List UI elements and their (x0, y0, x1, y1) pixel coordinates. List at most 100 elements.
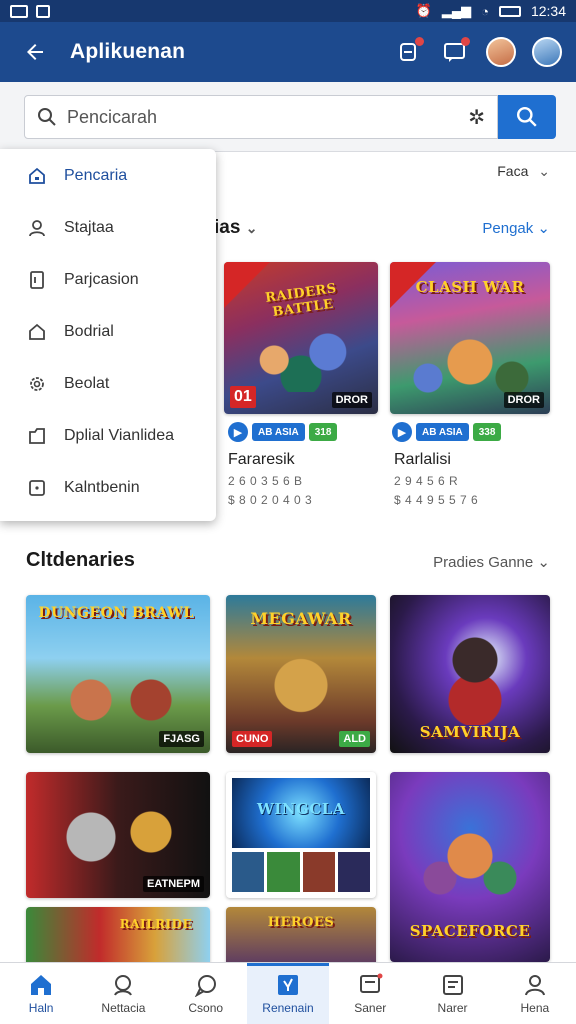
chevron-down-icon: ⌄ (537, 220, 550, 237)
messages-dot (461, 37, 470, 46)
play-icon: ▶ (228, 422, 248, 442)
game-tile-5[interactable]: WINGCLA (226, 772, 376, 898)
app-notification-icon (36, 4, 50, 18)
search-icon (516, 106, 537, 127)
search-icon (114, 974, 133, 996)
house-icon (26, 321, 48, 343)
game-name-1: Fararesik (228, 451, 295, 468)
game-logo: SAMVIRIJA (419, 723, 521, 741)
game-card-2[interactable]: CLASH WAR DROR (390, 262, 550, 414)
gear-icon (26, 373, 48, 395)
game-badges-1: ▶ AB ASIA 318 (228, 422, 338, 442)
game-tile-2[interactable]: MEGAWAR CUNO ALD (226, 595, 376, 753)
category-dropdown-menu: Pencaria Stajtaa Parjcasion Bodrial Beol… (0, 149, 216, 521)
game-tile-1[interactable]: DUNGEON BRAWL FJASG (26, 595, 210, 753)
home-icon (26, 165, 48, 187)
game-tile-7[interactable]: RAILRIDE (26, 907, 210, 962)
menu-item-bodrial[interactable]: Bodrial (0, 306, 216, 358)
badge-tag: AB ASIA (416, 423, 469, 441)
badge-tag: AB ASIA (252, 423, 305, 441)
arrow-left-icon (27, 44, 43, 60)
hero-figures (410, 812, 530, 922)
game-tile-8[interactable]: HEROES (226, 907, 376, 962)
game-logo: WINGCLA (256, 800, 345, 818)
section2-link[interactable]: Pradies Ganne ⌄ (433, 553, 550, 571)
badge-count: 318 (308, 423, 338, 441)
chat-icon (194, 974, 216, 997)
menu-item-pencaria[interactable]: Pencaria (0, 150, 216, 202)
notification-icon (10, 4, 28, 18)
nav-item-saner[interactable]: Saner (329, 963, 411, 1024)
filter-label: Faca (497, 163, 529, 179)
menu-item-dplial-vianlidea[interactable]: Dplial Vianlidea (0, 410, 216, 462)
game-logo: SPACEFORCE (409, 922, 531, 940)
chevron-down-icon: ⌄ (537, 554, 550, 571)
game-tag-2: ALD (339, 731, 370, 747)
game-meta-2a: 2 9 4 5 6 R (394, 474, 459, 488)
calendar-icon (26, 477, 48, 499)
notification-button[interactable] (394, 37, 424, 67)
menu-item-kalntbenin[interactable]: Kalntbenin (0, 462, 216, 514)
battery-icon (498, 5, 521, 17)
menu-item-beolat[interactable]: Beolat (0, 358, 216, 410)
game-tag: DROR (331, 392, 372, 408)
avatar[interactable] (486, 37, 516, 67)
search-input[interactable]: Pencicarah ✲ (24, 95, 498, 139)
game-tile-6[interactable]: SPACEFORCE (390, 772, 550, 962)
game-tile-4[interactable]: EATNEPM (26, 772, 210, 898)
sparkle-icon[interactable]: ✲ (468, 105, 485, 130)
profile-icon (524, 974, 545, 995)
hero-figures (400, 322, 540, 402)
game-tag: EATNEPM (143, 876, 204, 892)
user-icon (26, 217, 48, 239)
signal-icon: ▂▄▆ (441, 3, 472, 18)
nav-item-nettacia[interactable]: Nettacia (82, 963, 164, 1024)
section1-link[interactable]: Pengak ⌄ (482, 219, 550, 237)
nav-item-narer[interactable]: Narer (411, 963, 493, 1024)
messages-button[interactable] (440, 37, 470, 67)
menu-item-parjcasion[interactable]: Parjcasion (0, 254, 216, 306)
nav-item-csono[interactable]: Csono (165, 963, 247, 1024)
filter-dropdown[interactable]: Faca ⌄ (497, 163, 550, 180)
search-icon (38, 108, 56, 126)
game-tag: CUNO (232, 731, 273, 747)
hero-figures (234, 312, 368, 392)
chevron-down-icon: ⌄ (245, 220, 258, 236)
game-card-1[interactable]: RAIDERS BATTLE 01 DROR (224, 262, 378, 414)
badge-count: 338 (472, 423, 502, 441)
play-icon: ▶ (392, 422, 412, 442)
news-icon (442, 974, 463, 995)
menu-item-stajtaa[interactable]: Stajtaa (0, 202, 216, 254)
tile-thumbs (232, 852, 370, 892)
game-meta-1a: 2 6 0 3 5 6 B (228, 474, 303, 488)
game-tile-3[interactable]: SAMVIRIJA (390, 595, 550, 753)
cart-icon (360, 973, 383, 993)
document-icon (26, 269, 48, 291)
wifi-icon: ◔ (481, 3, 489, 19)
game-tag: DROR (503, 392, 544, 408)
status-time: 12:34 (530, 3, 566, 19)
nav-item-renenain[interactable]: Renenain (246, 963, 330, 1024)
sparkle-icon (277, 974, 298, 995)
game-logo: MEGAWAR (250, 609, 352, 628)
search-placeholder: Pencicarah (67, 106, 158, 127)
game-logo: RAILRIDE (119, 917, 193, 931)
game-logo: HEROES (267, 915, 335, 930)
back-button[interactable] (0, 22, 70, 82)
alarm-icon: ⏰ (415, 3, 432, 18)
corner-tag: 01 (230, 386, 256, 408)
avatar-secondary[interactable] (532, 37, 562, 67)
app-title: Aplikuenan (70, 40, 186, 63)
nav-item-haln[interactable]: Haln (0, 963, 82, 1024)
notification-dot (415, 37, 424, 46)
game-logo: CLASH WAR (415, 278, 525, 296)
hero-figures (430, 625, 520, 725)
app-bar: Aplikuenan (0, 22, 576, 82)
game-badges-2: ▶ AB ASIA 338 (392, 422, 502, 442)
search-button[interactable] (498, 95, 556, 139)
folder-icon (26, 425, 48, 447)
search-area: Pencicarah ✲ (0, 82, 576, 152)
nav-item-hena[interactable]: Hena (494, 963, 576, 1024)
section1-title: ias ⌄ (214, 217, 258, 238)
game-meta-1b: $ 8 0 2 0 4 0 3 (228, 493, 313, 507)
